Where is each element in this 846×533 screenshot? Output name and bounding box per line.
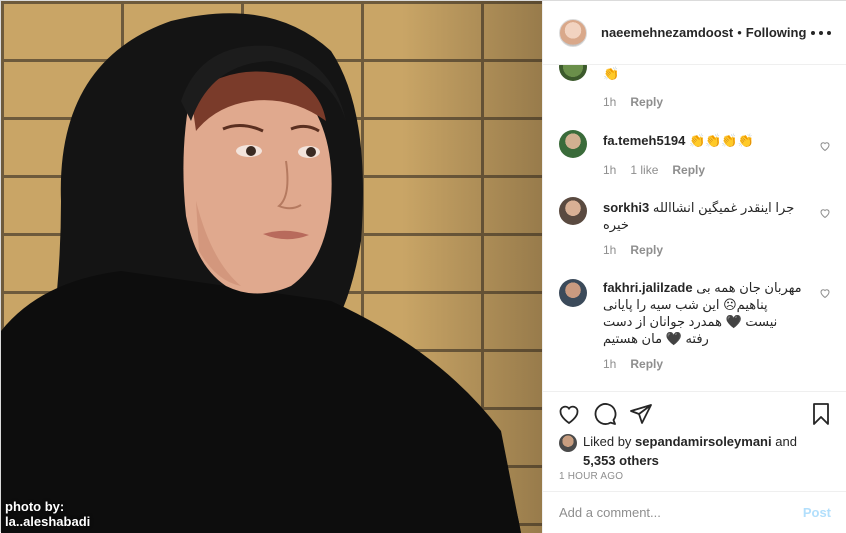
comment-time: 1h (603, 357, 617, 371)
commenter-username[interactable]: fakhri.jalilzade (603, 280, 693, 295)
woman-in-black-scarf (1, 13, 521, 533)
following-button[interactable]: Following (746, 25, 807, 40)
post-header: naeemehnezamdoost • Following (543, 1, 846, 65)
commenter-username[interactable]: fa.temeh5194 (603, 133, 685, 148)
likes-others-link[interactable]: 5,353 others (559, 452, 831, 469)
liker-avatar[interactable] (559, 433, 577, 452)
bookmark-icon[interactable] (809, 402, 833, 426)
heart-icon[interactable] (819, 140, 831, 152)
comment-item: fa.temeh5194 👏👏👏👏 1h 1 like Reply (559, 130, 831, 186)
photo-credit: photo by: la..aleshabadi (5, 499, 91, 529)
comment-time: 1h (603, 95, 617, 109)
comment-time: 1h (603, 243, 617, 257)
comment-icon[interactable] (593, 402, 617, 426)
liker-username[interactable]: sepandamirsoleymani (635, 434, 772, 449)
reply-button[interactable]: Reply (672, 163, 705, 177)
share-icon[interactable] (629, 402, 653, 426)
comment-item: sorkhi3 جرا اینقدر غمیگین انشاالله خیره … (559, 197, 831, 267)
reply-button[interactable]: Reply (630, 357, 663, 371)
heart-icon[interactable] (819, 207, 831, 219)
instagram-post: photo by: la..aleshabadi naeemehnezamdoo… (0, 0, 846, 533)
comments-list[interactable]: 👏 1h Reply fa.temeh5194 👏👏👏👏 1h 1 like R… (543, 65, 846, 391)
comment-item: fakhri.jalilzade مهربان جان همه بی پناهی… (559, 279, 831, 389)
reply-button[interactable]: Reply (630, 243, 663, 257)
comment-time: 1h (603, 163, 617, 177)
author-username[interactable]: naeemehnezamdoost (601, 25, 733, 40)
comment-input[interactable] (559, 505, 803, 520)
add-comment-bar: Post (543, 491, 846, 533)
more-icon[interactable] (811, 23, 831, 43)
likes-summary: Liked by sepandamirsoleymani and 5,353 o… (559, 433, 831, 469)
post-side-panel: naeemehnezamdoost • Following 👏 1h Reply (542, 1, 846, 533)
commenter-username[interactable]: sorkhi3 (603, 200, 649, 215)
post-photo[interactable]: photo by: la..aleshabadi (1, 1, 542, 533)
commenter-avatar[interactable] (559, 279, 587, 307)
heart-icon[interactable] (557, 402, 581, 426)
header-separator: • (737, 25, 742, 40)
post-timestamp[interactable]: 1 HOUR AGO (559, 471, 623, 482)
author-avatar[interactable] (559, 18, 587, 47)
comment-item: 👏 1h Reply (559, 65, 831, 113)
heart-icon[interactable] (819, 287, 831, 299)
post-button[interactable]: Post (803, 505, 831, 520)
comment-likes[interactable]: 1 like (630, 163, 658, 177)
comment-text: 👏 (603, 66, 620, 81)
commenter-avatar[interactable] (559, 130, 587, 158)
comment-text: 👏👏👏👏 (689, 133, 754, 148)
commenter-avatar[interactable] (559, 197, 587, 225)
reply-button[interactable]: Reply (630, 95, 663, 109)
commenter-avatar[interactable] (559, 65, 587, 81)
